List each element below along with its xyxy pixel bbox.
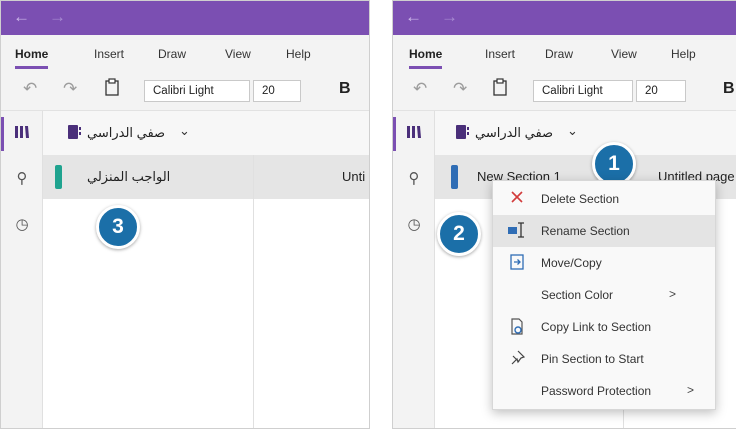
notebook-header[interactable]: صفي الدراسي ⌄ <box>43 111 369 155</box>
search-icon[interactable]: ⚲ <box>393 169 435 187</box>
rename-icon <box>507 222 527 240</box>
chevron-down-icon: ⌄ <box>179 123 190 138</box>
menu-item-pin-section[interactable]: Pin Section to Start <box>493 343 715 375</box>
pin-icon <box>507 350 527 368</box>
recent-icon[interactable]: ◷ <box>393 215 435 233</box>
callout-badge-3: 3 <box>96 205 140 249</box>
page-name[interactable]: Unti <box>342 169 365 184</box>
menu-item-label: Rename Section <box>541 224 630 238</box>
forward-arrow-icon[interactable]: → <box>49 8 66 26</box>
menu-item-label: Delete Section <box>541 192 620 206</box>
back-arrow-icon[interactable]: ← <box>405 8 422 26</box>
menu-item-label: Pin Section to Start <box>541 352 644 366</box>
menu-item-delete-section[interactable]: Delete Section <box>493 183 715 215</box>
menu-item-label: Move/Copy <box>541 256 602 270</box>
ribbon-tabs: Home Insert Draw View Help <box>1 35 369 69</box>
notebook-icon <box>455 125 469 139</box>
section-context-menu: Delete Section Rename Section Move/Copy … <box>492 180 716 410</box>
tab-draw[interactable]: Draw <box>158 47 186 61</box>
submenu-arrow-icon: > <box>687 383 695 397</box>
redo-icon[interactable]: ↷ <box>63 79 77 99</box>
section-name: الواجب المنزلي <box>87 169 171 184</box>
delete-icon <box>507 190 527 208</box>
tab-home[interactable]: Home <box>15 47 49 69</box>
menu-item-label: Copy Link to Section <box>541 320 652 334</box>
font-size-box[interactable]: 20 <box>636 80 686 102</box>
submenu-arrow-icon: > <box>669 287 677 301</box>
left-onenote-window: ← → Home Insert Draw View Help ↶ ↷ Calib… <box>0 0 370 429</box>
menu-item-move-copy[interactable]: Move/Copy <box>493 247 715 279</box>
undo-icon[interactable]: ↶ <box>413 79 427 99</box>
move-copy-icon <box>507 254 527 272</box>
notebook-icon <box>67 125 81 139</box>
notebook-header[interactable]: صفي الدراسي ⌄ <box>435 111 736 155</box>
notebooks-icon[interactable] <box>393 125 435 143</box>
notebook-title: صفي الدراسي <box>87 125 166 140</box>
notebooks-icon[interactable] <box>1 125 43 143</box>
home-toolbar: ↶ ↷ Calibri Light 20 B <box>393 69 736 111</box>
redo-icon[interactable]: ↷ <box>453 79 467 99</box>
tab-help[interactable]: Help <box>671 47 696 61</box>
menu-item-label: Password Protection <box>541 384 652 398</box>
chevron-down-icon: ⌄ <box>567 123 578 138</box>
menu-item-rename-section[interactable]: Rename Section <box>493 215 715 247</box>
tab-insert[interactable]: Insert <box>94 47 124 61</box>
tab-help[interactable]: Help <box>286 47 311 61</box>
ribbon-tabs: Home Insert Draw View Help <box>393 35 736 69</box>
back-arrow-icon[interactable]: ← <box>13 8 30 26</box>
nav-sidebar: ⚲ ◷ <box>1 111 43 428</box>
tab-view[interactable]: View <box>225 47 251 61</box>
undo-icon[interactable]: ↶ <box>23 79 37 99</box>
menu-item-section-color[interactable]: Section Color > <box>493 279 715 311</box>
notebook-title: صفي الدراسي <box>475 125 554 140</box>
font-name-box[interactable]: Calibri Light <box>533 80 633 102</box>
menu-item-password-protection[interactable]: Password Protection > <box>493 375 715 407</box>
bold-button[interactable]: B <box>723 80 735 98</box>
nav-sidebar: ⚲ ◷ <box>393 111 435 428</box>
recent-icon[interactable]: ◷ <box>1 215 43 233</box>
bold-button[interactable]: B <box>339 80 351 98</box>
menu-item-copy-link[interactable]: Copy Link to Section <box>493 311 715 343</box>
title-bar: ← → <box>1 1 369 35</box>
font-name-box[interactable]: Calibri Light <box>144 80 250 102</box>
home-toolbar: ↶ ↷ Calibri Light 20 B <box>1 69 369 111</box>
search-icon[interactable]: ⚲ <box>1 169 43 187</box>
tab-view[interactable]: View <box>611 47 637 61</box>
menu-item-label: Section Color <box>541 288 614 302</box>
callout-badge-2: 2 <box>437 212 481 256</box>
tab-insert[interactable]: Insert <box>485 47 515 61</box>
page-list: Unti <box>253 155 369 428</box>
section-color-tab <box>451 165 458 189</box>
copy-link-icon <box>507 318 527 336</box>
clipboard-icon[interactable] <box>105 78 119 101</box>
font-size-box[interactable]: 20 <box>253 80 301 102</box>
clipboard-icon[interactable] <box>493 78 507 101</box>
forward-arrow-icon[interactable]: → <box>441 8 458 26</box>
section-color-tab <box>55 165 62 189</box>
tab-home[interactable]: Home <box>409 47 443 69</box>
title-bar: ← → <box>393 1 736 35</box>
tab-draw[interactable]: Draw <box>545 47 573 61</box>
